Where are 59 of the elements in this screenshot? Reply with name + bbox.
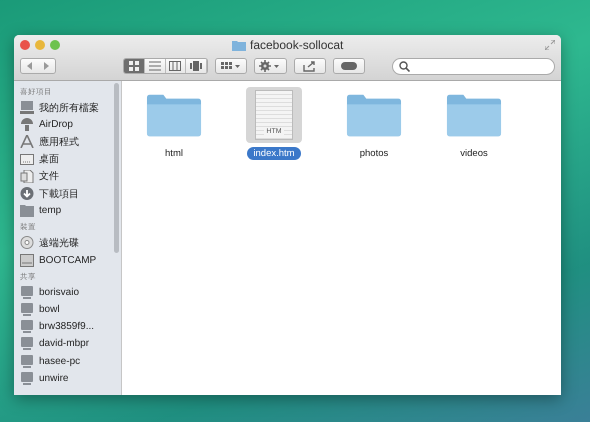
disc-icon — [20, 236, 34, 250]
action-button[interactable] — [254, 58, 287, 74]
host-icon — [20, 354, 34, 368]
sidebar-item[interactable]: bowl — [20, 300, 121, 318]
list-view-icon — [148, 61, 161, 71]
sidebar-item[interactable]: 應用程式 — [20, 133, 121, 151]
tag-icon — [340, 62, 357, 70]
back-forward-buttons[interactable] — [20, 58, 56, 74]
drive-icon — [20, 254, 34, 267]
fullscreen-icon[interactable] — [545, 40, 555, 50]
gear-icon — [259, 60, 282, 72]
scroll-bar[interactable] — [114, 83, 119, 253]
icons-view-button[interactable] — [124, 59, 145, 73]
share-icon — [302, 60, 317, 72]
host-icon — [20, 286, 34, 299]
host-icon — [20, 302, 34, 316]
file-name[interactable]: index.htm — [247, 147, 301, 160]
sidebar-item[interactable]: temp — [20, 202, 121, 220]
zoom-button[interactable] — [50, 40, 60, 50]
sidebar-item[interactable]: 下載項目 — [20, 184, 121, 202]
sidebar-item[interactable]: 我的所有檔案 — [20, 99, 121, 116]
host-icon — [20, 372, 34, 385]
download-icon — [20, 187, 34, 200]
grid-dropdown-icon — [221, 61, 242, 71]
host-icon — [20, 337, 34, 350]
sidebar-item[interactable]: 遠端光碟 — [20, 234, 121, 252]
close-button[interactable] — [20, 40, 30, 50]
icons-view-icon — [128, 61, 140, 71]
columns-view-icon — [169, 61, 182, 71]
search-field[interactable] — [392, 58, 555, 74]
document-icon — [20, 170, 34, 183]
folder-icon — [346, 93, 402, 137]
host-icon — [20, 320, 34, 334]
sidebar-item[interactable]: david-mbpr — [20, 335, 121, 352]
folder-icon — [146, 93, 202, 137]
minimize-button[interactable] — [35, 40, 45, 50]
arrange-button[interactable] — [215, 58, 248, 74]
sidebar-item[interactable]: unwire — [20, 370, 121, 387]
window-title: facebook-sollocat — [250, 38, 344, 52]
tags-button[interactable] — [332, 58, 365, 74]
sidebar-item[interactable]: BOOTCAMP — [20, 252, 121, 269]
sidebar-item[interactable]: 桌面 — [20, 150, 121, 168]
sidebar-item[interactable]: borisvaio — [20, 284, 121, 301]
sidebar-item[interactable]: 文件 — [20, 168, 121, 185]
sidebar-item[interactable]: brw3859f9... — [20, 318, 121, 336]
file-name[interactable]: photos — [354, 147, 394, 160]
folder-icon — [232, 40, 246, 50]
sidebar-item[interactable]: AirDrop — [20, 116, 121, 134]
folder-icon — [446, 93, 502, 137]
file-name[interactable]: videos — [454, 147, 494, 160]
folder-icon — [20, 204, 34, 218]
coverflow-view-icon — [190, 61, 202, 71]
desktop-icon — [20, 152, 34, 166]
computer-icon — [20, 101, 34, 114]
share-button[interactable] — [294, 58, 326, 74]
apps-icon — [20, 135, 34, 148]
search-icon — [398, 60, 410, 72]
file-name[interactable]: html — [159, 147, 189, 160]
sidebar-item[interactable]: hasee-pc — [20, 352, 121, 370]
